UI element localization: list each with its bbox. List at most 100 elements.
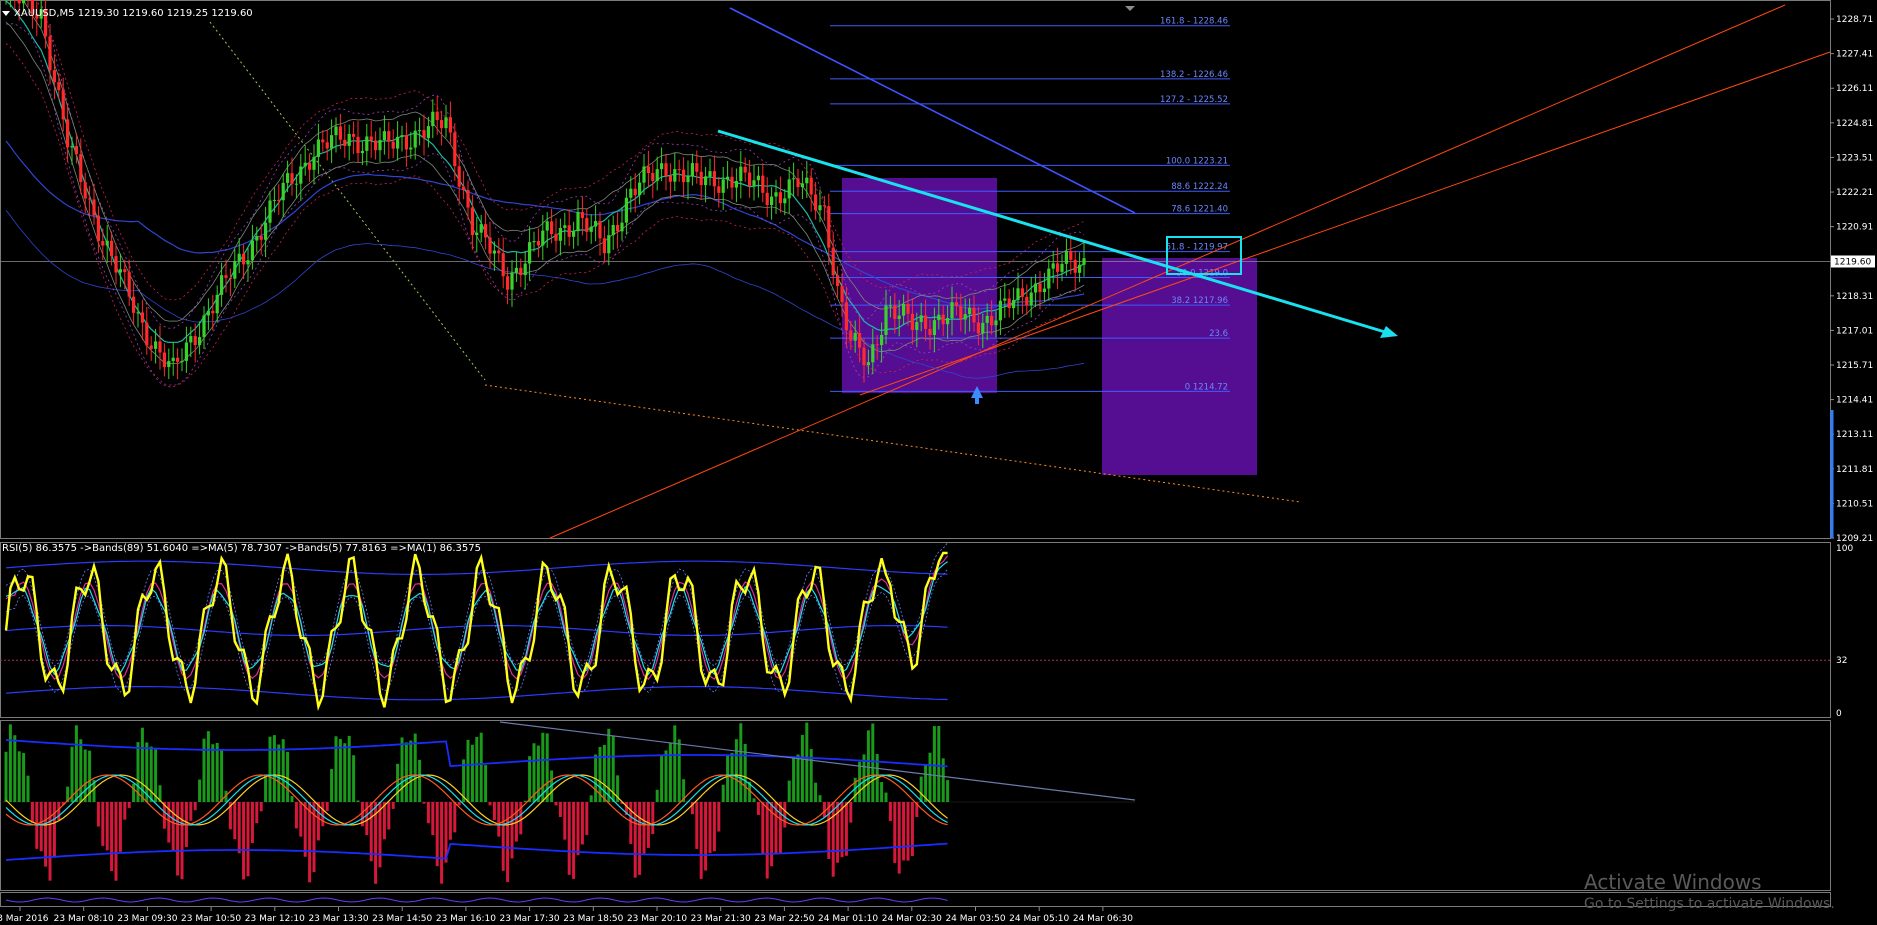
candle-body [435,111,439,121]
candle-body [387,131,391,142]
histogram-bar-up [818,795,822,802]
candle-body [532,241,536,243]
candle-body [1034,283,1038,293]
histogram-bar-up [215,742,219,802]
candle-body [466,189,470,208]
candle-body [193,336,197,346]
candle-body [457,166,461,187]
candle-body [290,173,294,184]
histogram-bar-down [255,802,259,824]
price-axis-label: 1217.01 [1836,326,1873,336]
candle-body [52,70,56,83]
histogram-bar-up [607,728,611,802]
price-axis-label: 1228.71 [1836,15,1873,25]
candle-body [510,272,514,290]
candle-body [400,135,404,137]
candle-body [774,192,778,197]
candle-body [308,162,312,170]
histogram-bar-down [906,802,910,861]
histogram-bar-up [470,744,474,802]
candle-body [572,231,576,237]
histogram-bar-up [26,775,30,802]
candle-body [453,132,457,167]
candle-body [409,147,413,150]
rsi-bands5-lower [5,568,948,693]
candle-body [866,362,870,366]
histogram-bar-down [761,802,765,855]
histogram-bar-down [488,802,492,806]
candle-body [1069,250,1073,260]
histogram-bar-up [220,749,224,802]
candle-body [598,221,602,239]
histogram-bar-up [479,732,483,802]
candle-body [325,142,329,149]
candle-body [1060,263,1064,272]
rsi-axis-label: 100 [1836,544,1853,554]
histogram-bar-down [325,802,329,811]
histogram-bar-down [189,802,193,821]
histogram-bar-up [800,734,804,802]
candle-body [1012,300,1016,309]
candle-body [545,221,549,231]
candle-body [1029,292,1033,306]
candle-body [246,260,250,265]
histogram-bar-down [576,802,580,856]
candle-body [211,310,215,314]
candle-body [1047,268,1051,289]
candle-body [237,253,241,262]
candle-body [360,150,364,154]
candle-body [215,294,219,314]
histogram-bar-down [96,802,100,827]
histogram-bar-down [114,802,118,881]
histogram-bar-up [932,726,936,802]
histogram-bar-down [308,802,312,883]
fib-level-label: 0 1214.72 [1185,382,1228,392]
candle-body [171,357,175,362]
histogram-bar-down [105,802,109,851]
histogram-bar-down [171,802,175,852]
price-axis-label: 1223.51 [1836,153,1873,163]
candle-body [92,199,96,216]
candle-body [756,175,760,181]
histogram-bar-up [202,738,206,802]
candle-body [558,227,562,241]
histogram-bar-down [440,802,444,884]
histogram-bar-up [677,739,681,802]
candle-body [963,314,967,320]
candle-body [602,238,606,254]
histogram-bar-up [396,763,400,802]
candle-body [475,232,479,236]
candle-body [831,247,835,276]
candle-body [123,269,127,273]
candle-body [695,163,699,172]
candle-body [418,130,422,132]
histogram-bar-up [22,753,26,802]
candle-body [334,126,338,136]
time-axis-label: 24 Mar 05:10 [1009,914,1069,924]
candle-body [343,139,347,146]
candle-body [228,277,232,279]
histogram-band-lower [5,842,948,861]
histogram-bar-down [585,802,589,835]
histogram-bar-down [237,802,241,854]
histogram-bar-down [52,802,56,857]
histogram-bar-up [721,784,725,802]
candle-body [699,171,703,186]
histogram-group [4,722,950,884]
buy-arrow-stem [975,396,979,404]
histogram-bar-down [510,802,514,859]
candle-body [726,176,730,180]
candle-body [281,182,285,201]
activate-windows-title: Activate Windows [1584,870,1762,894]
candle-body [739,166,743,182]
histogram-bar-down [246,802,250,877]
candle-body [976,322,980,334]
histogram-bar-up [523,800,527,802]
histogram-bar-down [708,802,712,854]
candle-body [224,275,228,278]
collapse-triangle-icon[interactable] [2,10,10,16]
candle-body [158,341,162,353]
fib-zone-box-right [1102,258,1257,475]
time-axis-label: 23 Mar 18:50 [563,914,623,924]
candle-body [162,352,166,368]
